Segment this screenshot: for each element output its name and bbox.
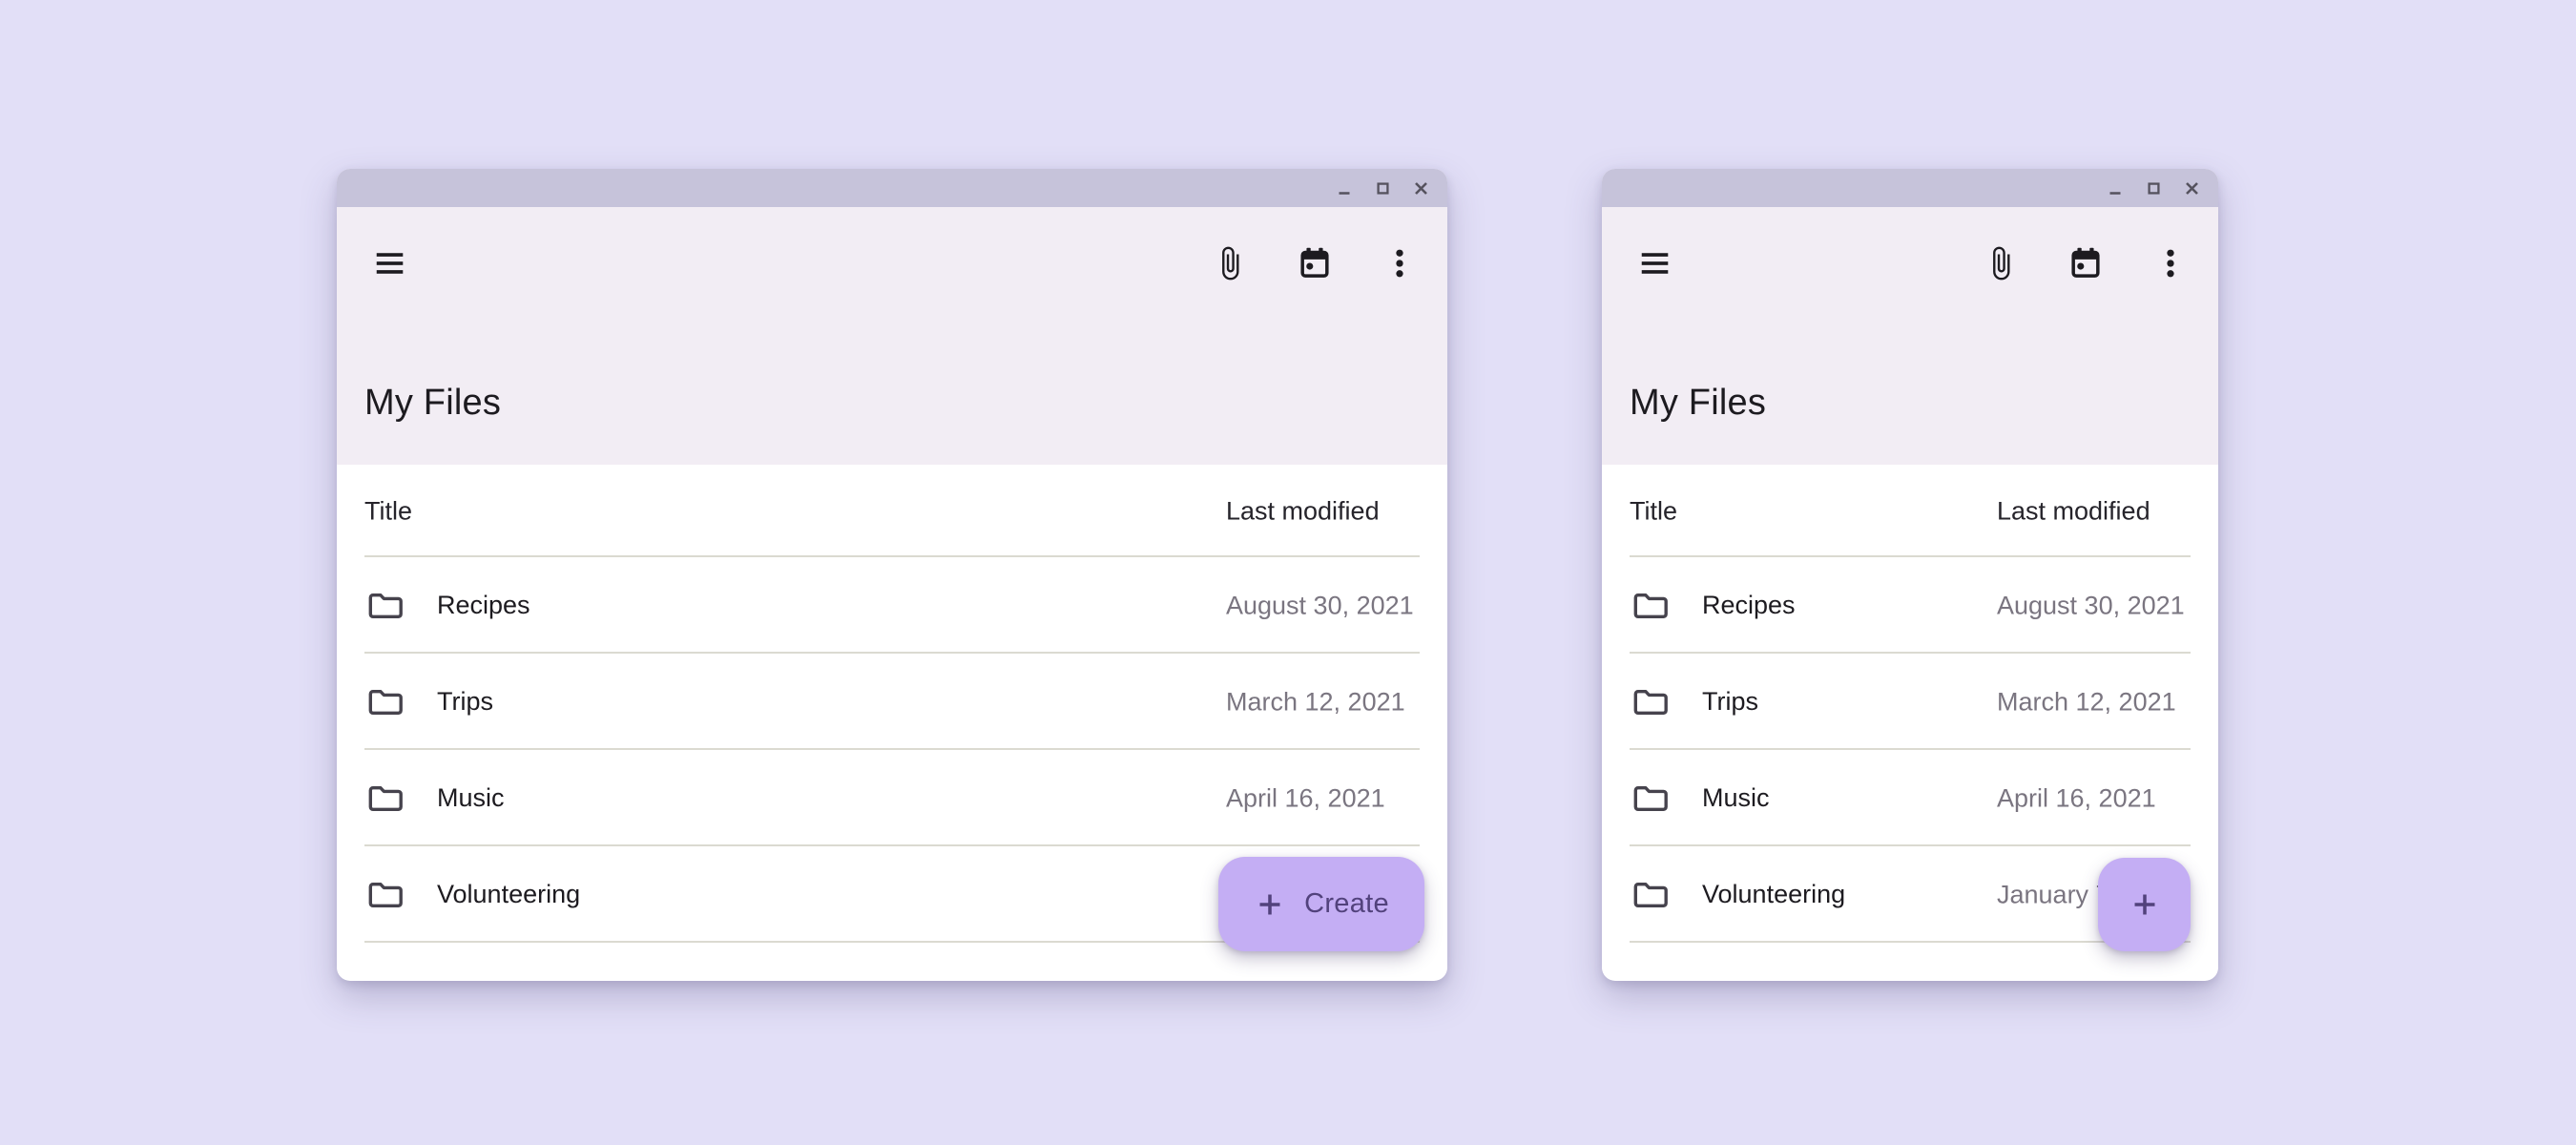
row-date: April 16, 2021 [1226, 783, 1385, 813]
app-header: My Files [1602, 207, 2218, 465]
page-title: My Files [1630, 382, 1766, 424]
create-fab[interactable]: Create [1218, 857, 1424, 951]
table-row[interactable]: Trips March 12, 2021 [337, 654, 1447, 750]
folder-icon [365, 875, 405, 915]
minimize-icon[interactable] [2108, 180, 2124, 197]
create-fab-label: Create [1304, 888, 1389, 920]
row-title: Music [437, 783, 505, 813]
folder-icon [365, 586, 405, 626]
folder-icon [1631, 779, 1671, 819]
minimize-icon[interactable] [1337, 180, 1353, 197]
create-fab[interactable] [2098, 858, 2191, 951]
page-title: My Files [364, 382, 501, 424]
folder-icon [365, 779, 405, 819]
table-header-row: Title Last modified [337, 465, 1447, 557]
column-header-title: Title [1630, 496, 1677, 526]
toolbar-actions [1212, 245, 1418, 281]
app-window-left: My Files Title Last modified Recipes Aug… [337, 169, 1447, 981]
row-title: Music [1702, 783, 1770, 813]
table-row[interactable]: Music April 16, 2021 [1602, 750, 2218, 846]
table-row[interactable]: Recipes August 30, 2021 [1602, 557, 2218, 654]
row-date: August 30, 2021 [1997, 591, 2185, 620]
calendar-today-icon[interactable] [1297, 245, 1333, 281]
table-row[interactable]: Trips March 12, 2021 [1602, 654, 2218, 750]
window-titlebar[interactable] [1602, 169, 2218, 207]
maximize-icon[interactable] [2146, 180, 2162, 197]
top-app-bar [1637, 245, 2189, 281]
column-header-last-modified: Last modified [1997, 496, 2150, 526]
column-header-last-modified: Last modified [1226, 496, 1380, 526]
table-row[interactable]: Recipes August 30, 2021 [337, 557, 1447, 654]
row-title: Recipes [437, 591, 530, 620]
row-date: March 12, 2021 [1997, 687, 2176, 717]
menu-icon[interactable] [372, 245, 408, 281]
close-icon[interactable] [2184, 180, 2200, 197]
more-vert-icon[interactable] [2152, 245, 2189, 281]
plus-icon [1254, 888, 1286, 921]
row-title: Recipes [1702, 591, 1796, 620]
row-title: Volunteering [437, 880, 580, 909]
close-icon[interactable] [1413, 180, 1429, 197]
attach-file-icon[interactable] [1212, 245, 1248, 281]
folder-icon [1631, 875, 1671, 915]
top-app-bar [372, 245, 1418, 281]
row-title: Trips [437, 687, 493, 717]
menu-icon[interactable] [1637, 245, 1673, 281]
app-window-right: My Files Title Last modified Recipes Aug… [1602, 169, 2218, 981]
more-vert-icon[interactable] [1381, 245, 1418, 281]
folder-icon [1631, 586, 1671, 626]
table-row[interactable]: Music April 16, 2021 [337, 750, 1447, 846]
row-date: August 30, 2021 [1226, 591, 1414, 620]
app-header: My Files [337, 207, 1447, 465]
row-title: Trips [1702, 687, 1758, 717]
table-header-row: Title Last modified [1602, 465, 2218, 557]
attach-file-icon[interactable] [1983, 245, 2019, 281]
folder-icon [1631, 682, 1671, 722]
row-date: April 16, 2021 [1997, 783, 2156, 813]
maximize-icon[interactable] [1375, 180, 1391, 197]
column-header-title: Title [364, 496, 412, 526]
row-date: March 12, 2021 [1226, 687, 1405, 717]
window-titlebar[interactable] [337, 169, 1447, 207]
folder-icon [365, 682, 405, 722]
plus-icon [2129, 888, 2161, 921]
toolbar-actions [1983, 245, 2189, 281]
calendar-today-icon[interactable] [2067, 245, 2104, 281]
row-title: Volunteering [1702, 880, 1845, 909]
